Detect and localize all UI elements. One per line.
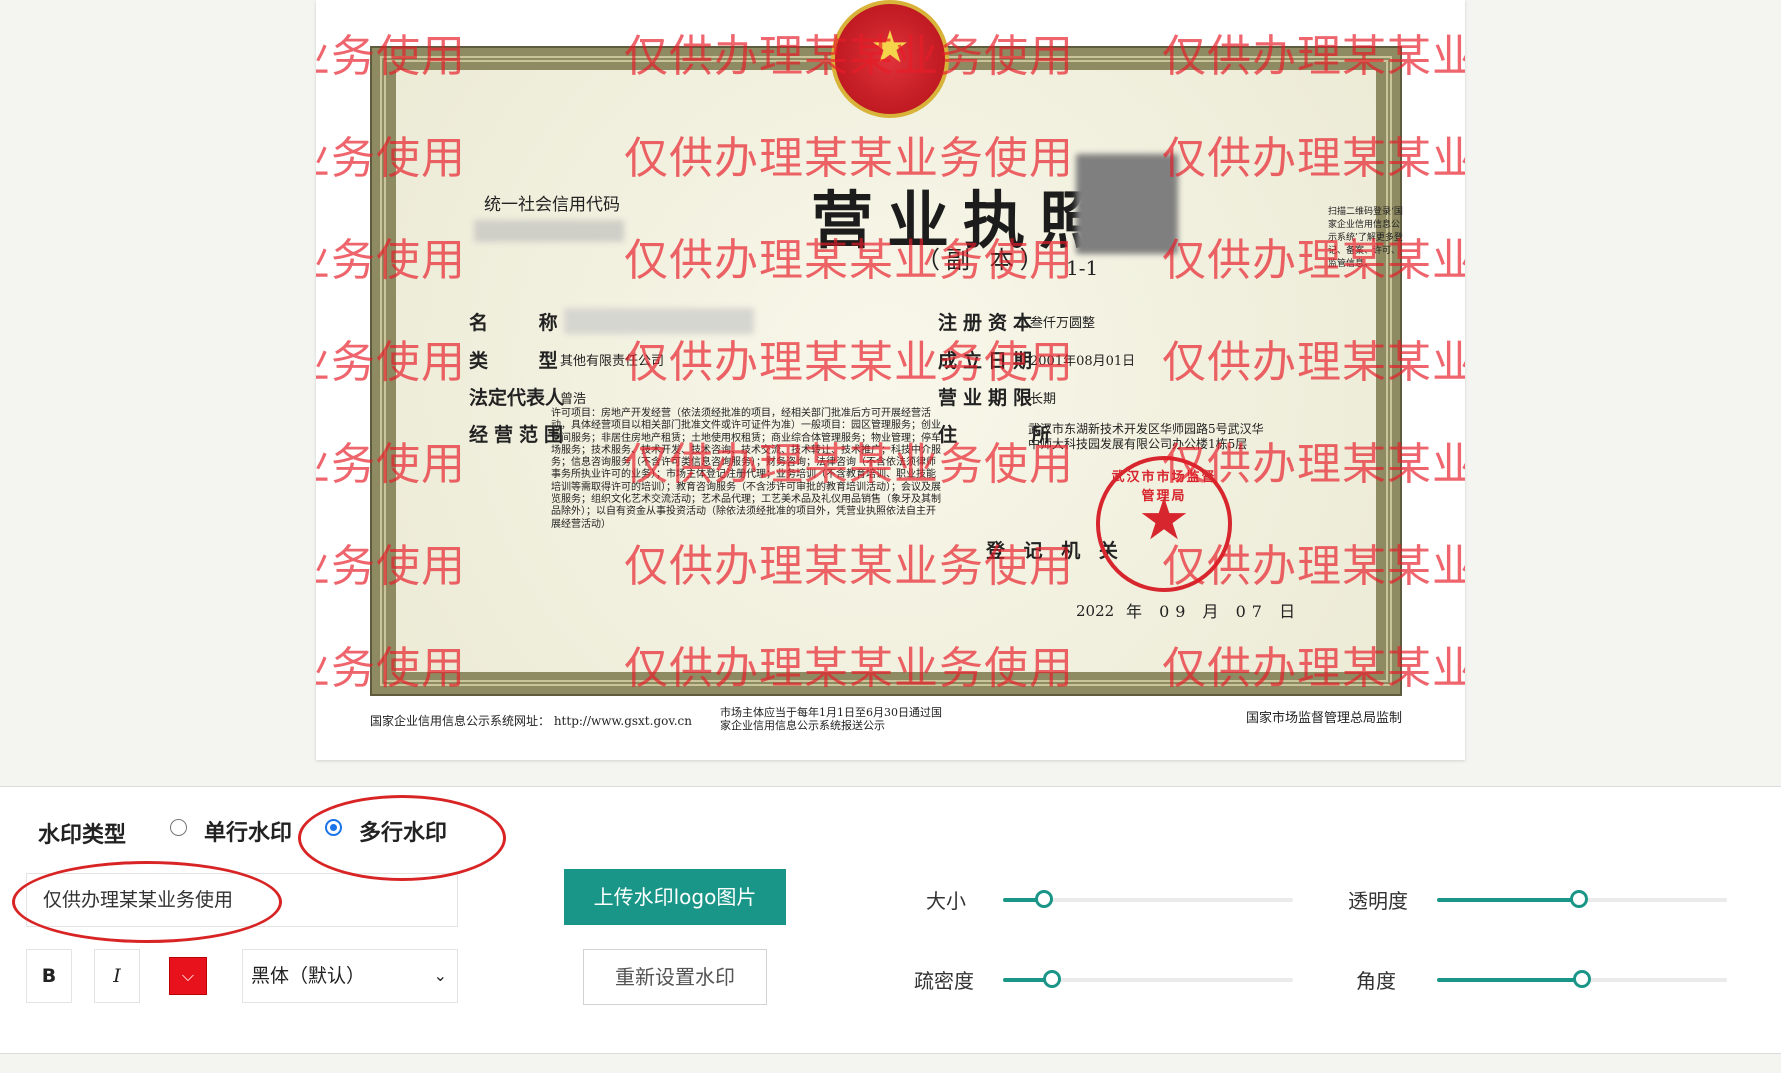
certificate-frame: 统一社会信用代码 营业执照 （副 本） 1-1 扫描二维码登录‘国家企业信用信息…	[370, 46, 1403, 696]
national-emblem-icon	[831, 0, 949, 118]
upload-logo-button[interactable]: 上传水印logo图片	[564, 869, 786, 925]
opacity-slider-handle[interactable]	[1570, 890, 1589, 908]
issue-year: 2022	[1076, 602, 1115, 620]
certificate-number: 1-1	[1066, 256, 1099, 280]
qr-code-redacted	[1076, 154, 1178, 254]
footer-middle: 市场主体应当于每年1月1日至6月30日通过国家企业信用信息公示系统报送公示	[720, 706, 942, 732]
capital-value: 叁仟万圆整	[1030, 316, 1096, 331]
credit-code-label: 统一社会信用代码	[484, 195, 620, 215]
watermark-preview: 统一社会信用代码 营业执照 （副 本） 1-1 扫描二维码登录‘国家企业信用信息…	[316, 0, 1465, 760]
opacity-slider[interactable]	[1437, 890, 1727, 908]
founding-date-value: 2001年08月01日	[1030, 354, 1136, 369]
bold-button[interactable]: B	[26, 949, 72, 1003]
period-label: 营业期限	[938, 387, 1039, 409]
angle-slider-handle[interactable]	[1573, 970, 1591, 988]
certificate-body: 统一社会信用代码 营业执照 （副 本） 1-1 扫描二维码登录‘国家企业信用信息…	[396, 70, 1403, 672]
angle-slider-fill	[1437, 978, 1582, 982]
size-slider[interactable]	[1003, 890, 1293, 908]
issue-date: 年 09 月 07 日	[1126, 602, 1302, 621]
credit-code-redacted	[474, 220, 624, 242]
qr-note: 扫描二维码登录‘国家企业信用信息公示系统’了解更多登记、备案、许可、监管信息。	[1328, 207, 1403, 269]
footer-right: 国家市场监督管理总局监制	[1246, 711, 1403, 726]
density-slider[interactable]	[1003, 970, 1293, 988]
color-picker-button[interactable]: ⌵	[164, 949, 212, 1003]
reset-watermark-button[interactable]: 重新设置水印	[583, 949, 767, 1005]
font-select-value: 黑体（默认）	[251, 965, 366, 987]
period-value: 长期	[1030, 392, 1057, 407]
density-label: 疏密度	[914, 969, 974, 993]
type-value: 其他有限责任公司	[560, 354, 665, 369]
opacity-slider-fill	[1437, 898, 1580, 902]
footer-left: 国家企业信用信息公示系统网址： http://www.gsxt.gov.cn	[370, 714, 692, 728]
chevron-down-icon: ⌄	[433, 966, 447, 985]
legal-rep-label: 法定代表人	[469, 387, 565, 409]
angle-label: 角度	[1356, 969, 1396, 993]
size-slider-handle[interactable]	[1034, 890, 1053, 908]
single-line-label[interactable]: 单行水印	[204, 815, 292, 847]
seal-star-icon: ★	[1138, 485, 1190, 553]
official-seal: 武汉市市场监督管理局 ★	[1096, 456, 1232, 592]
watermark-type-label: 水印类型	[38, 823, 127, 848]
single-line-radio[interactable]	[170, 819, 187, 836]
capital-label: 注册资本	[938, 312, 1039, 334]
density-slider-handle[interactable]	[1043, 970, 1062, 988]
watermark-settings-panel: 水印类型 单行水印 多行水印 仅供办理某某业务使用 B I ⌵ 黑体（默认） ⌄…	[0, 786, 1781, 1054]
address-value: 武汉市东湖新技术开发区华师园路5号武汉华中师大科技园发展有限公司办公楼1栋5层	[1028, 422, 1264, 451]
legal-rep-value: 曾浩	[560, 392, 587, 407]
italic-button[interactable]: I	[94, 949, 140, 1003]
chevron-down-icon: ⌵	[169, 957, 207, 995]
name-redacted	[564, 308, 754, 334]
annotation-ellipse-multi-line	[298, 795, 506, 881]
font-select[interactable]: 黑体（默认） ⌄	[242, 949, 458, 1003]
certificate-subtitle: （副 本）	[916, 246, 1050, 274]
opacity-label: 透明度	[1348, 889, 1408, 913]
scope-value: 许可项目：房地产开发经营（依法须经批准的项目，经相关部门批准后方可开展经营活动，…	[551, 408, 941, 530]
size-label: 大小	[926, 889, 966, 913]
angle-slider[interactable]	[1437, 970, 1727, 988]
founding-date-label: 成立日期	[938, 350, 1039, 372]
annotation-ellipse-text-input	[12, 861, 282, 943]
